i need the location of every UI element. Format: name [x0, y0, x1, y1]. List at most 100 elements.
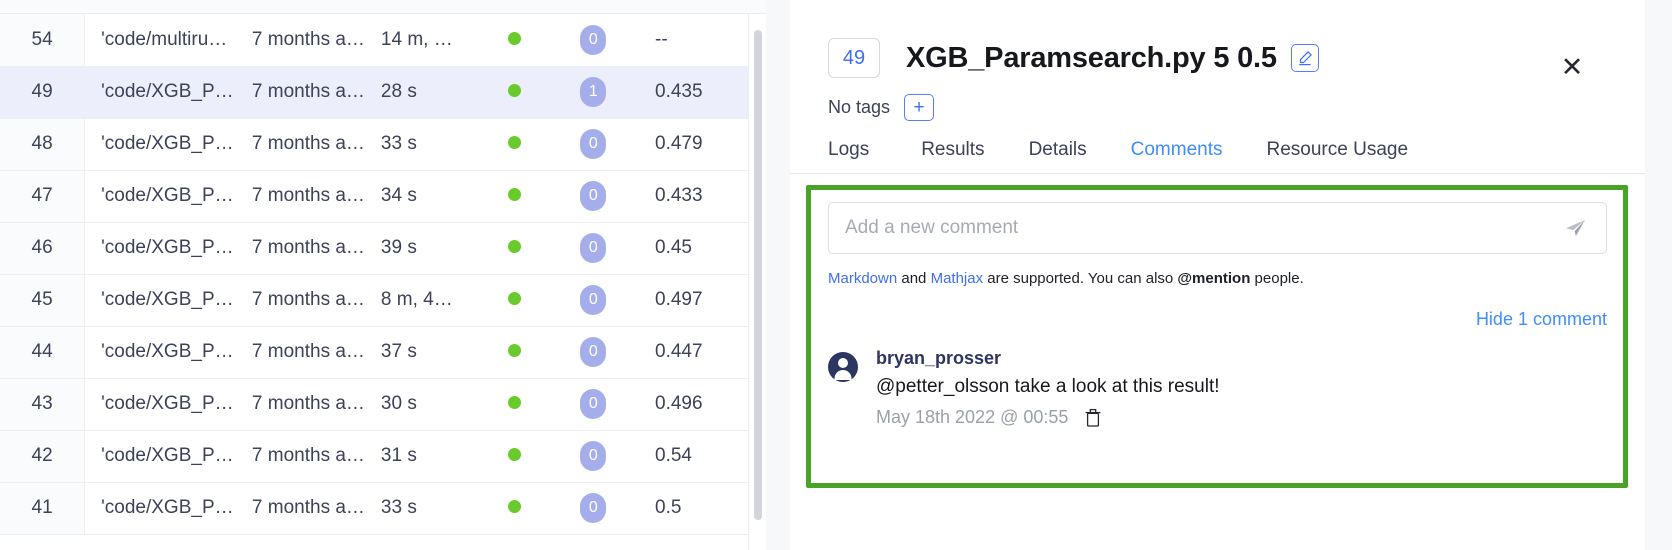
tags-label: No tags [828, 97, 891, 117]
count-badge: 0 [580, 493, 607, 523]
row-name-cell: 'code/XGB_P… [84, 430, 248, 483]
table-row[interactable]: 54'code/multiru… 7 months a… 14 m, … 0 -- [0, 14, 766, 67]
count-badge: 0 [580, 389, 607, 419]
tab-resource-usage[interactable]: Resource Usage [1245, 139, 1431, 173]
row-duration-cell: 14 m, … [376, 14, 490, 67]
status-dot-icon [507, 500, 521, 513]
status-dot-icon [507, 448, 521, 461]
row-count-cell: 0 [558, 430, 645, 483]
row-status-cell [489, 118, 559, 171]
row-id-cell: 44 [0, 326, 86, 379]
row-status-cell [489, 170, 559, 223]
row-when-cell: 7 months a… [247, 378, 377, 431]
edit-title-button[interactable] [1290, 44, 1319, 72]
new-comment-field[interactable] [828, 202, 1607, 254]
row-count-cell: 0 [558, 378, 645, 431]
send-comment-button[interactable] [1562, 215, 1606, 241]
tab-details[interactable]: Details [1007, 139, 1109, 173]
row-when-cell: 7 months a… [247, 170, 377, 223]
row-id-cell: 45 [0, 274, 86, 327]
row-status-cell [489, 274, 559, 327]
status-dot-icon [507, 31, 521, 45]
hint-mention-text: @mention [1177, 270, 1251, 287]
row-name-cell: 'code/XGB_P… [84, 378, 248, 431]
run-detail-panel: 49 XGB_Paramsearch.py 5 0.5 ✕ No tags + … [790, 0, 1645, 550]
table-scrollbar-thumb[interactable] [754, 30, 762, 520]
detail-title-row: 49 XGB_Paramsearch.py 5 0.5 [790, 0, 1645, 78]
row-name-cell: 'code/XGB_P… [84, 222, 248, 275]
row-when-cell: 7 months a… [247, 14, 377, 67]
markdown-link[interactable]: Markdown [828, 270, 897, 287]
status-dot-icon [507, 240, 521, 253]
table-row[interactable]: 49'code/XGB_P… 7 months a… 28 s 1 0.435 [0, 66, 766, 119]
row-duration-cell: 39 s [376, 222, 490, 275]
row-duration-cell: 8 m, 4… [376, 274, 490, 327]
status-dot-icon [507, 344, 521, 357]
row-when-cell: 7 months a… [247, 222, 377, 275]
row-status-cell [489, 430, 559, 483]
row-when-cell: 7 months a… [247, 66, 377, 119]
count-badge: 0 [580, 285, 607, 315]
row-count-cell: 1 [558, 66, 645, 119]
row-when-cell: 7 months a… [247, 274, 377, 327]
table-row[interactable]: 41'code/XGB_P… 7 months a… 33 s 0 0.5 [0, 482, 766, 535]
count-badge: 0 [580, 129, 607, 159]
row-count-cell: 0 [558, 170, 645, 223]
row-duration-cell: 33 s [376, 482, 490, 535]
row-duration-cell: 30 s [376, 378, 490, 431]
row-id-cell: 46 [0, 222, 86, 275]
row-status-cell [489, 378, 559, 431]
table-row[interactable]: 48'code/XGB_P… 7 months a… 33 s 0 0.479 [0, 118, 766, 171]
table-row[interactable]: 43'code/XGB_P… 7 months a… 30 s 0 0.496 [0, 378, 766, 431]
comment-body: bryan_prosser @petter_olsson take a look … [876, 348, 1220, 428]
row-status-cell [489, 66, 559, 119]
status-dot-icon [507, 292, 521, 305]
comments-panel: Markdown and Mathjax are supported. You … [790, 174, 1645, 428]
tab-results[interactable]: Results [899, 139, 1006, 173]
row-status-cell [489, 326, 559, 379]
table-vertical-scrollbar[interactable] [748, 14, 766, 550]
row-name-cell: 'code/XGB_P… [84, 170, 248, 223]
hint-people-text: people. [1250, 270, 1304, 287]
table-row[interactable]: 45'code/XGB_P… 7 months a… 8 m, 4… 0 0.497 [0, 274, 766, 327]
tab-logs[interactable]: Logs [828, 139, 899, 173]
hide-comments-link[interactable]: Hide 1 comment [1476, 309, 1607, 329]
comment-author: bryan_prosser [876, 348, 1002, 368]
delete-comment-button[interactable] [1084, 408, 1102, 428]
row-when-cell: 7 months a… [247, 326, 377, 379]
row-name-cell: 'code/XGB_P… [84, 326, 248, 379]
row-count-cell: 0 [558, 118, 645, 171]
row-count-cell: 0 [558, 14, 645, 67]
status-dot-icon [507, 396, 521, 409]
hint-supported-text: are supported. You can also [983, 270, 1178, 287]
count-badge: 0 [580, 181, 607, 211]
row-name-cell: 'code/XGB_P… [84, 482, 248, 535]
row-duration-cell: 34 s [376, 170, 490, 223]
row-id-cell: 41 [0, 482, 86, 535]
app-root: 54'code/multiru… 7 months a… 14 m, … 0 -- 49 '… [0, 0, 1672, 550]
table-row[interactable]: 46'code/XGB_P… 7 months a… 39 s 0 0.45 [0, 222, 766, 275]
table-row[interactable]: 47'code/XGB_P… 7 months a… 34 s 0 0.433 [0, 170, 766, 223]
tab-comments[interactable]: Comments [1109, 139, 1245, 173]
runs-table-pane: 54'code/multiru… 7 months a… 14 m, … 0 -- 49 '… [0, 0, 766, 550]
close-panel-button[interactable]: ✕ [1557, 52, 1587, 82]
row-count-cell: 0 [558, 326, 645, 379]
row-duration-cell: 37 s [376, 326, 490, 379]
table-row[interactable]: 42'code/XGB_P… 7 months a… 31 s 0 0.54 [0, 430, 766, 483]
send-paper-plane-icon [1566, 220, 1585, 236]
add-tag-button[interactable]: + [904, 94, 935, 121]
row-status-cell [489, 482, 559, 535]
comment-format-hint: Markdown and Mathjax are supported. You … [828, 270, 1607, 287]
hint-and-text: and [897, 270, 931, 287]
row-id-cell: 43 [0, 378, 86, 431]
table-row[interactable]: 44'code/XGB_P… 7 months a… 37 s 0 0.447 [0, 326, 766, 379]
mathjax-link[interactable]: Mathjax [931, 270, 984, 287]
pencil-icon [1299, 51, 1312, 66]
row-name-cell: 'code/XGB_P… [84, 274, 248, 327]
row-id-cell: 48 [0, 118, 86, 171]
comment-input[interactable] [829, 217, 1562, 239]
runs-table: 54'code/multiru… 7 months a… 14 m, … 0 -- 49 '… [0, 14, 766, 535]
row-id-cell: 54 [0, 14, 86, 67]
row-status-cell [489, 14, 559, 67]
row-count-cell: 0 [558, 482, 645, 535]
